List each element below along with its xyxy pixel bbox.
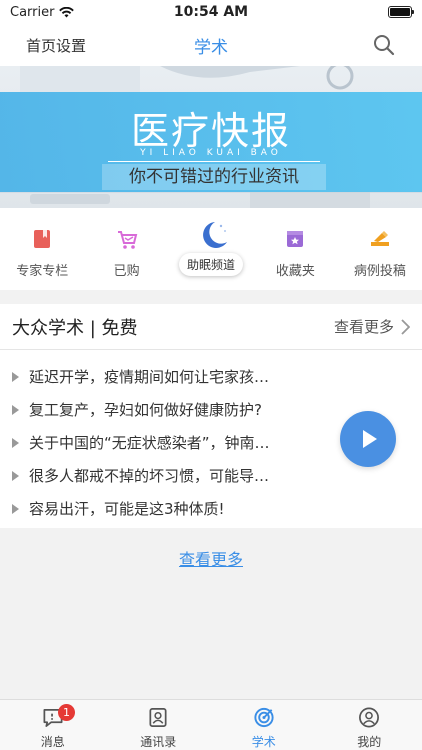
status-bar: Carrier 10:54 AM	[0, 0, 422, 24]
quick-links: 专家专栏 已购 助眠频道 收藏夹 病例投稿	[0, 208, 422, 290]
article-title: 很多人都戒不掉的坏习惯，可能导…	[29, 467, 270, 485]
status-left: Carrier	[10, 4, 75, 20]
section-more-label: 查看更多	[333, 318, 394, 336]
home-settings-button[interactable]: 首页设置	[26, 35, 86, 56]
profile-icon	[359, 707, 380, 728]
play-icon	[363, 430, 377, 448]
banner-pinyin: YI LIAO KUAI BAO	[140, 148, 282, 158]
quick-link-favorites[interactable]: 收藏夹	[253, 208, 337, 290]
triangle-bullet-icon	[12, 503, 19, 514]
quick-link-label: 收藏夹	[275, 264, 315, 279]
banner-title: 医疗快报	[130, 109, 291, 153]
book-icon	[34, 230, 51, 248]
search-button[interactable]	[372, 33, 396, 57]
article-title: 容易出汗，可能是这3种体质!	[29, 500, 225, 518]
quick-link-purchased[interactable]: 已购	[84, 208, 168, 290]
banner[interactable]: 医疗快报 YI LIAO KUAI BAO 你不可错过的行业资讯	[0, 66, 422, 208]
banner-subtitle: 你不可错过的行业资讯	[102, 164, 326, 190]
triangle-bullet-icon	[12, 371, 19, 382]
tab-messages[interactable]: 1 消息	[0, 700, 106, 750]
contacts-icon	[149, 708, 167, 727]
article-item[interactable]: 延迟开学，疫情期间如何让宅家孩…	[0, 360, 422, 393]
article-title: 复工复产，孕妇如何做好健康防护?	[29, 401, 262, 419]
section-title: 大众学术 | 免费	[12, 317, 138, 339]
submit-icon	[370, 231, 389, 246]
triangle-bullet-icon	[12, 470, 19, 481]
quick-link-expert-column[interactable]: 专家专栏	[0, 208, 84, 290]
tab-contacts[interactable]: 通讯录	[106, 700, 212, 750]
tab-label: 学术	[251, 735, 276, 749]
tab-profile[interactable]: 我的	[317, 700, 422, 750]
tab-academic[interactable]: 学术	[211, 700, 317, 750]
wifi-icon	[59, 6, 75, 17]
quick-link-sleep-channel[interactable]: 助眠频道	[169, 208, 253, 290]
triangle-bullet-icon	[12, 404, 19, 415]
carrier-label: Carrier	[10, 4, 55, 20]
play-audio-button[interactable]	[340, 411, 396, 467]
academic-icon	[254, 707, 274, 728]
quick-link-label: 助眠频道	[179, 253, 244, 276]
section-header: 大众学术 | 免费 查看更多	[0, 304, 422, 350]
article-item[interactable]: 容易出汗，可能是这3种体质!	[0, 492, 422, 525]
tab-label: 消息	[40, 735, 65, 749]
view-more-link[interactable]: 查看更多	[0, 546, 422, 570]
moon-icon	[191, 220, 231, 250]
unread-badge: 1	[58, 704, 75, 721]
section-more-link[interactable]: 查看更多	[334, 316, 410, 337]
quick-link-label: 病例投稿	[353, 264, 406, 279]
nav-bar: 首页设置 学术	[0, 24, 422, 66]
article-title: 关于中国的“无症状感染者”，钟南…	[29, 434, 270, 452]
battery-icon	[388, 6, 414, 18]
quick-link-label: 已购	[113, 264, 140, 279]
search-icon	[374, 35, 395, 56]
article-title: 延迟开学，疫情期间如何让宅家孩…	[29, 368, 270, 386]
quick-link-case-submission[interactable]: 病例投稿	[338, 208, 422, 290]
tab-label: 通讯录	[140, 735, 177, 749]
chevron-right-icon	[401, 318, 410, 335]
quick-link-label: 专家专栏	[16, 264, 69, 279]
star-box-icon	[287, 231, 304, 247]
banner-divider	[108, 161, 320, 162]
tab-label: 我的	[357, 735, 382, 749]
cart-icon	[117, 231, 137, 249]
triangle-bullet-icon	[12, 437, 19, 448]
tab-bar: 1 消息 通讯录 学术 我的	[0, 699, 422, 750]
